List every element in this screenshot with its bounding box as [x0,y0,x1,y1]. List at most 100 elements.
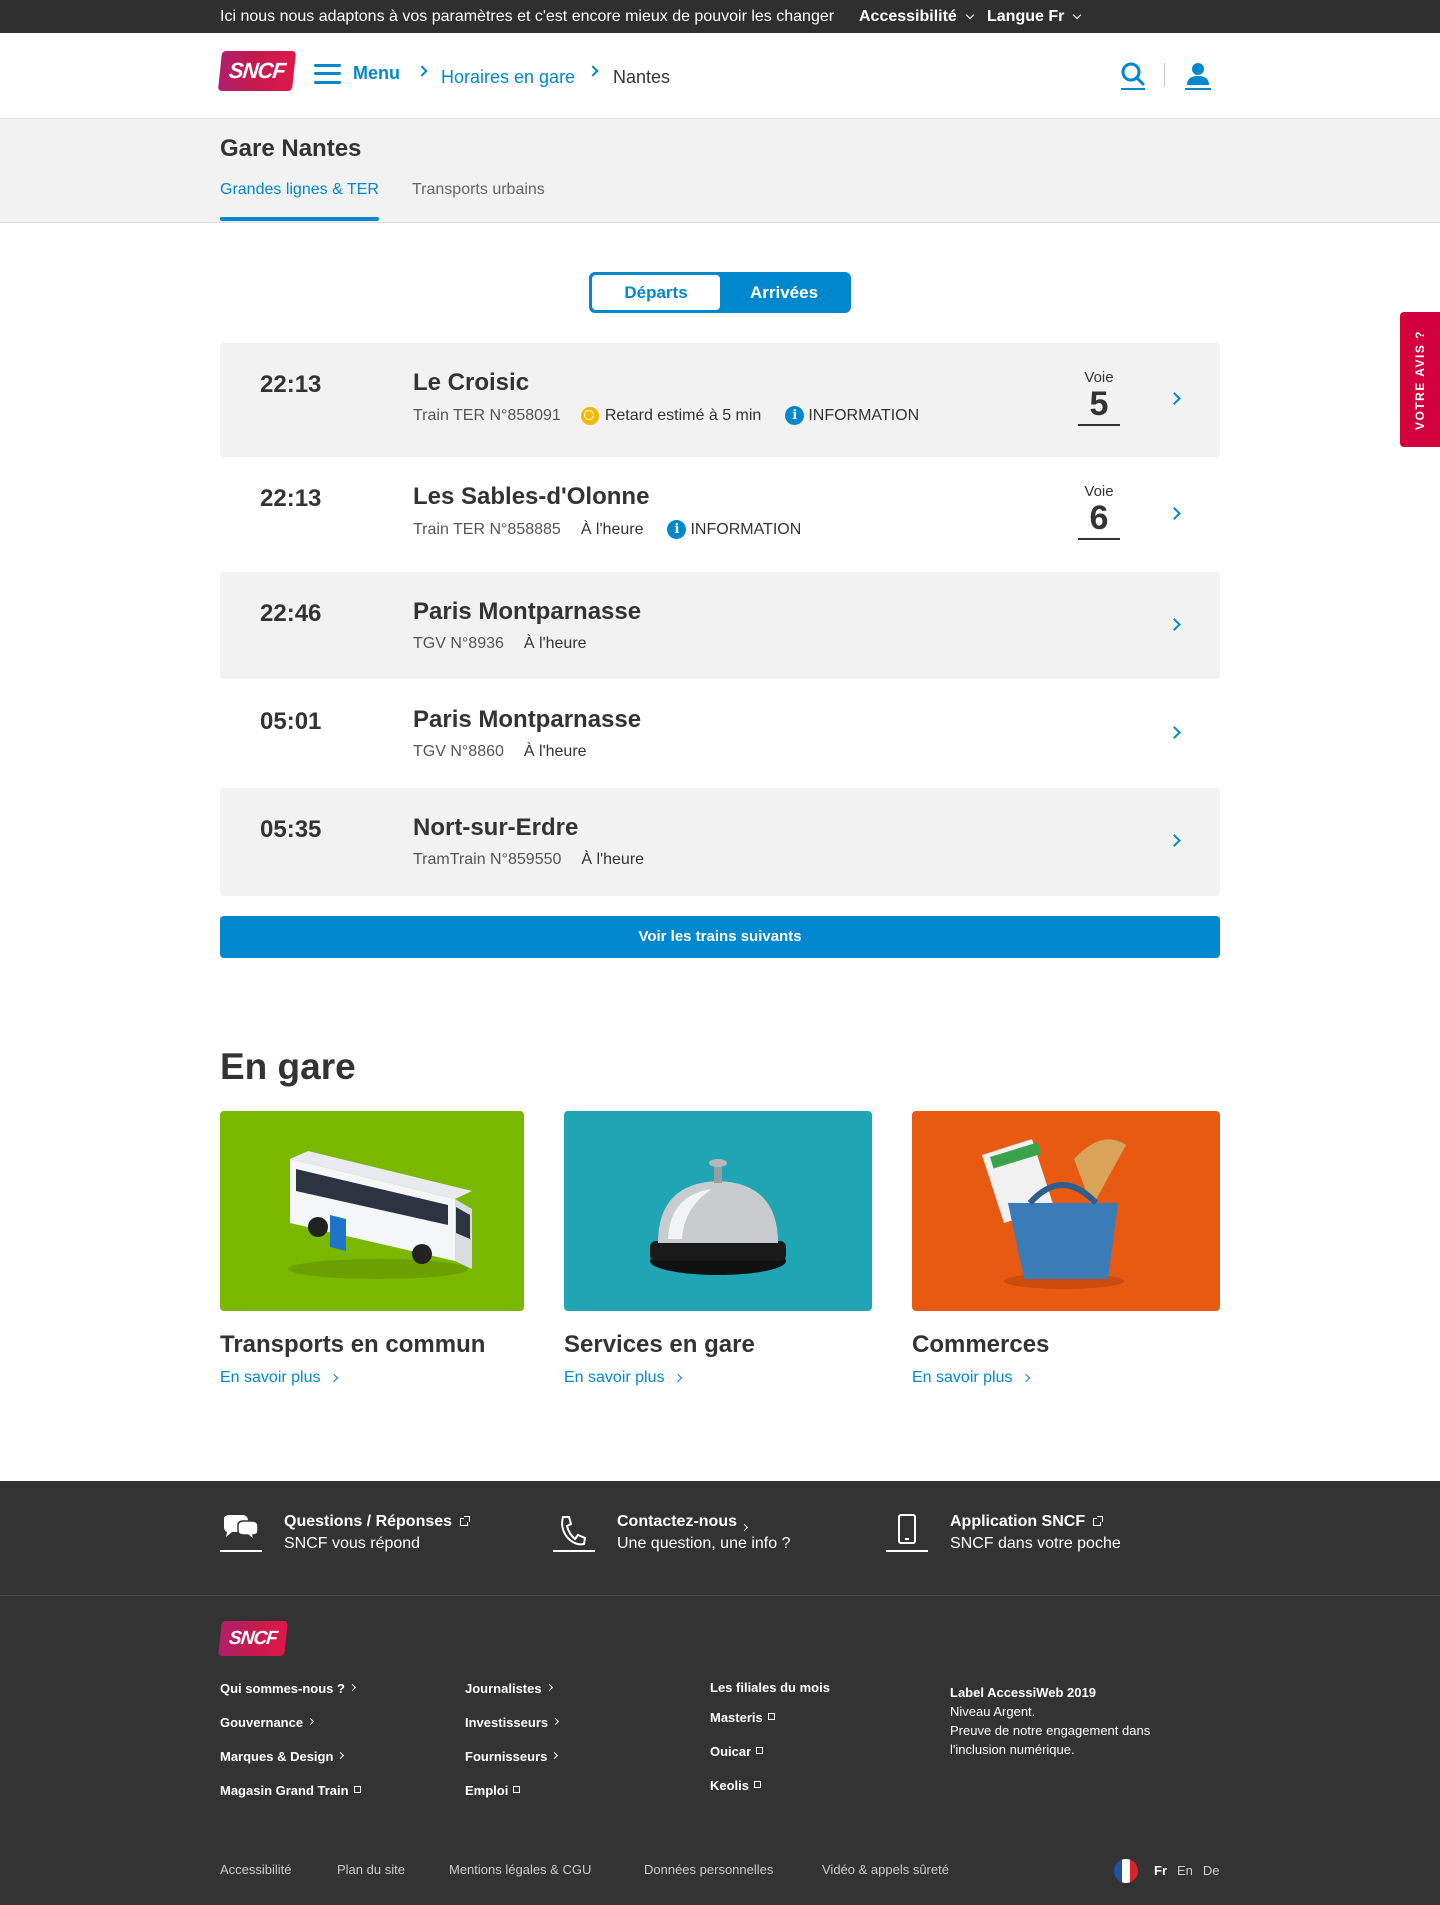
breadcrumb-separator [416,65,428,77]
footer-link[interactable]: Fournisseurs [465,1749,547,1764]
footer-app[interactable]: Application SNCF SNCF dans votre poche [886,1513,1121,1553]
footer-bottom-link[interactable]: Plan du site [337,1862,405,1877]
sncf-logo[interactable]: SNCF [217,51,297,91]
card-transports: Transports en commun En savoir plus [220,1111,524,1387]
chevron-right-icon [740,1523,749,1532]
departure-time: 22:13 [260,485,322,512]
chevron-right-icon [1021,1373,1030,1383]
chevron-right-icon [1168,834,1181,847]
language-menu[interactable]: Langue Fr [987,8,1082,26]
card-link[interactable]: En savoir plus [220,1369,524,1387]
train-row[interactable]: 22:13 Les Sables-d'Olonne Train TER N°85… [220,457,1220,571]
card-link-label: En savoir plus [564,1369,665,1386]
external-link-icon [460,1516,471,1526]
french-flag-icon [1114,1859,1138,1883]
language-fr[interactable]: Fr [1154,1863,1167,1878]
chevron-right-icon [337,1751,345,1760]
train-row[interactable]: 22:13 Le Croisic Train TER N°858091 Reta… [220,343,1220,457]
card-title: Services en gare [564,1331,755,1358]
information-link[interactable]: i INFORMATION [785,406,919,425]
departures-button[interactable]: Départs [592,275,720,310]
contact-subtitle: SNCF dans votre poche [950,1535,1121,1552]
card-services: Services en gare En savoir plus [564,1111,872,1387]
external-link-icon [513,1786,521,1793]
mobile-icon [886,1513,928,1553]
footer-sncf-logo[interactable]: SNCF [218,1621,288,1656]
card-link[interactable]: En savoir plus [564,1369,872,1387]
card-link[interactable]: En savoir plus [912,1369,1220,1387]
more-trains-button[interactable]: Voir les trains suivants [220,916,1220,958]
footer-questions[interactable]: Questions / Réponses SNCF vous répond [220,1513,471,1553]
footer-column-2: Journalistes Investisseurs Fournisseurs … [465,1681,560,1817]
shopping-bag-image [912,1111,1220,1311]
tab-grandes-lignes[interactable]: Grandes lignes & TER [220,181,379,221]
chevron-right-icon [1168,507,1181,520]
footer-column-3: Les filiales du mois Masteris Ouicar Keo… [710,1680,830,1812]
tab-transports-urbains[interactable]: Transports urbains [412,181,545,199]
en-gare-title: En gare [220,1046,356,1087]
train-status: À l'heure [523,743,587,760]
footer-bottom-link[interactable]: Mentions légales & CGU [449,1862,591,1877]
footer-link[interactable]: Marques & Design [220,1749,333,1764]
status-text: Retard estimé à 5 min [604,406,762,424]
destination: Nort-sur-Erdre [413,814,579,841]
header-divider [1164,63,1165,87]
menu-button[interactable]: Menu [314,63,400,84]
departure-time: 22:13 [260,371,322,398]
site-header: SNCF Menu Horaires en gare Nantes [0,33,1440,119]
language-en[interactable]: En [1177,1863,1193,1878]
page-title: Gare Nantes [220,135,362,162]
footer-link[interactable]: Qui sommes-nous ? [220,1681,345,1696]
footer-link[interactable]: Journalistes [465,1681,542,1696]
footer-link[interactable]: Emploi [465,1783,508,1798]
breadcrumb-current: Nantes [613,67,671,87]
language-de[interactable]: De [1203,1863,1220,1878]
train-number: Train TER N°858091 [413,406,561,424]
info-icon: i [785,406,805,425]
footer-link[interactable]: Magasin Grand Train [220,1783,349,1798]
destination: Paris Montparnasse [413,706,642,733]
destination: Paris Montparnasse [413,598,642,625]
breadcrumb-horaires[interactable]: Horaires en gare [441,67,575,88]
platform: Voie 5 [1078,369,1120,426]
footer-column-1: Qui sommes-nous ? Gouvernance Marques & … [220,1681,361,1817]
chevron-down-icon [965,10,975,20]
train-status: À l'heure [581,851,645,868]
chat-bubbles-icon [220,1513,262,1553]
destination: Le Croisic [413,369,530,396]
footer-contact[interactable]: Contactez-nous Une question, une info ? [553,1513,790,1553]
footer-link[interactable]: Ouicar [710,1744,751,1759]
top-bar-message: Ici nous nous adaptons à vos paramètres … [220,8,835,25]
card-title: Transports en commun [220,1331,486,1358]
train-info: Train TER N°858091 Retard estimé à 5 min… [413,406,919,425]
train-number: TGV N°8860 [413,743,504,760]
footer-link[interactable]: Keolis [710,1778,749,1793]
chevron-right-icon [551,1751,559,1760]
footer-bottom-link[interactable]: Accessibilité [220,1862,292,1877]
card-link-label: En savoir plus [912,1369,1013,1386]
card-link-label: En savoir plus [220,1369,321,1386]
hamburger-icon [314,63,341,84]
footer-bottom-link[interactable]: Vidéo & appels sûreté [822,1862,949,1877]
accessibility-menu[interactable]: Accessibilité [859,8,975,26]
contact-subtitle: SNCF vous répond [284,1535,421,1552]
information-link[interactable]: i INFORMATION [667,520,801,539]
feedback-tab[interactable]: VOTRE AVIS ? [1400,312,1440,447]
contact-title: Questions / Réponses [284,1513,453,1530]
user-icon[interactable] [1184,61,1212,91]
footer-link[interactable]: Gouvernance [220,1715,303,1730]
footer-link[interactable]: Investisseurs [465,1715,548,1730]
chevron-right-icon [552,1717,560,1726]
contact-title: Contactez-nous [617,1513,737,1530]
train-row[interactable]: 22:46 Paris Montparnasse TGV N°8936 À l'… [220,572,1220,679]
footer-link[interactable]: Masteris [710,1710,763,1725]
train-row[interactable]: 05:01 Paris Montparnasse TGV N°8860 À l'… [220,680,1220,788]
info-icon: i [667,520,687,539]
contact-subtitle: Une question, une info ? [617,1535,791,1552]
breadcrumb-separator [587,65,599,77]
search-icon[interactable] [1120,61,1146,91]
train-row[interactable]: 05:35 Nort-sur-Erdre TramTrain N°859550 … [220,788,1220,896]
accessiweb-label: Label AccessiWeb 2019 Niveau Argent. Pre… [950,1683,1180,1759]
footer-bottom-link[interactable]: Données personnelles [644,1862,773,1877]
arrivals-button[interactable]: Arrivées [720,275,848,310]
